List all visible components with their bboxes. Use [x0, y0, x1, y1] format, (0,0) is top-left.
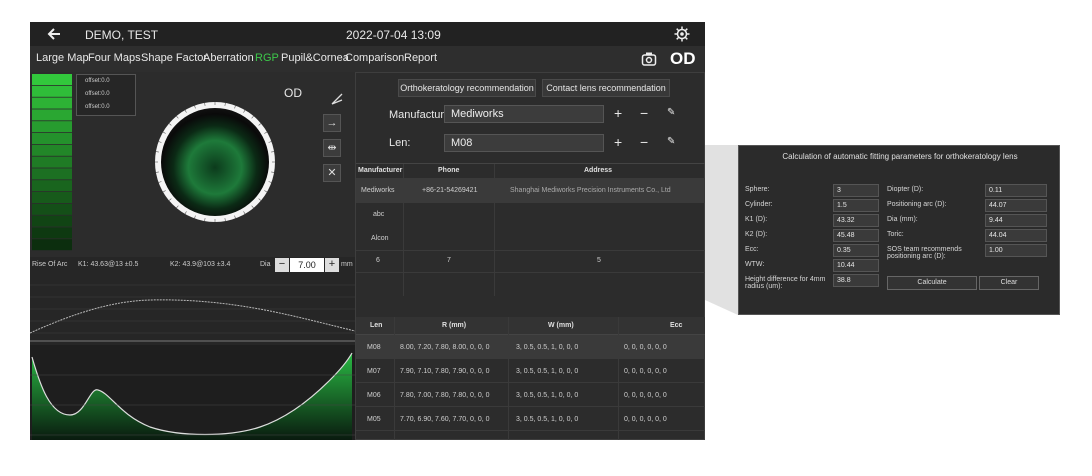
- param-input[interactable]: 0.35: [833, 244, 879, 257]
- param-label: Toric:: [887, 231, 904, 238]
- param-input[interactable]: 44.07: [985, 199, 1047, 212]
- param-label: Cylinder:: [745, 201, 773, 208]
- param-label: Height difference for 4mm radius (um):: [745, 276, 826, 290]
- param-label: SOS team recommends positioning arc (D):: [887, 246, 962, 260]
- param-input[interactable]: 0.11: [985, 184, 1047, 197]
- param-input[interactable]: 3: [833, 184, 879, 197]
- param-label: Dia (mm):: [887, 216, 918, 223]
- clear-button[interactable]: Clear: [979, 276, 1039, 290]
- param-input[interactable]: 1.5: [833, 199, 879, 212]
- param-input[interactable]: 1.00: [985, 244, 1047, 257]
- param-label: K2 (D):: [745, 231, 768, 238]
- param-label: Sphere:: [745, 186, 770, 193]
- param-label: Ecc:: [745, 246, 759, 253]
- param-label: Diopter (D):: [887, 186, 924, 193]
- param-label: Positioning arc (D):: [887, 201, 947, 208]
- param-input[interactable]: 43.32: [833, 214, 879, 227]
- calculate-button[interactable]: Calculate: [887, 276, 977, 290]
- param-label: K1 (D):: [745, 216, 768, 223]
- dialog-title: Calculation of automatic fitting paramet…: [782, 152, 1018, 161]
- param-label: WTW:: [745, 261, 765, 268]
- param-input[interactable]: 9.44: [985, 214, 1047, 227]
- param-input[interactable]: 44.04: [985, 229, 1047, 242]
- param-input[interactable]: 38.8: [833, 274, 879, 287]
- param-input[interactable]: 45.48: [833, 229, 879, 242]
- param-input[interactable]: 10.44: [833, 259, 879, 272]
- fitting-params-dialog: Calculation of automatic fitting paramet…: [738, 145, 1060, 315]
